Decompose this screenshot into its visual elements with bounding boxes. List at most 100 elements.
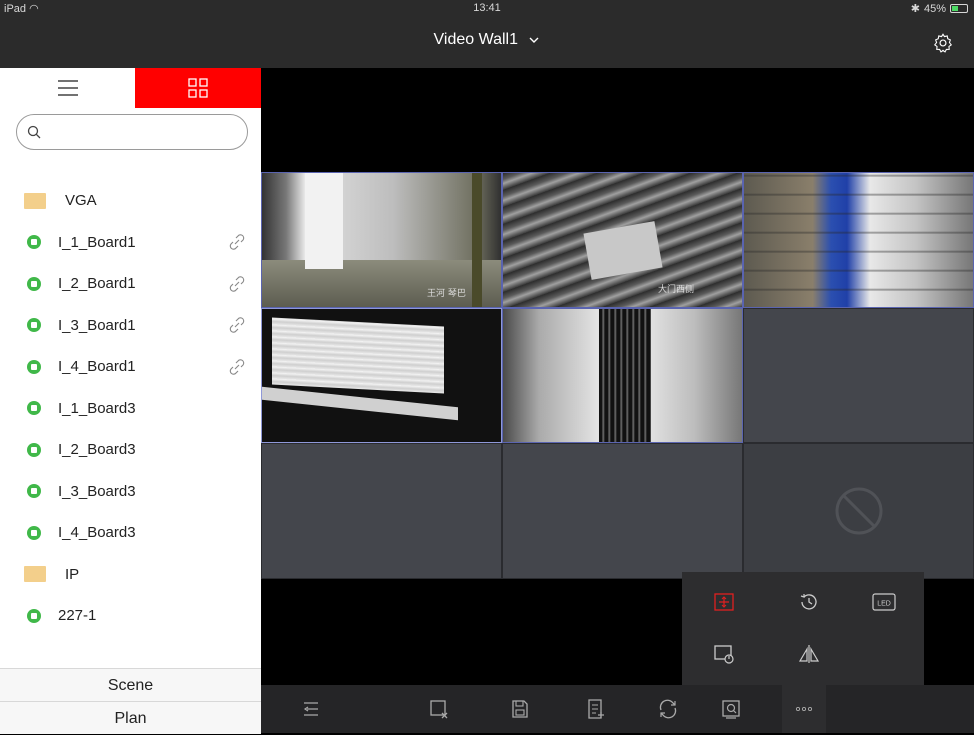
refresh-button[interactable] — [646, 685, 690, 733]
zoom-window-button[interactable] — [709, 685, 753, 733]
gear-icon[interactable] — [932, 32, 954, 54]
camera-icon — [27, 318, 41, 333]
search-icon — [27, 125, 41, 139]
bottom-toolbar — [261, 685, 974, 733]
tree-camera[interactable]: I_2_Board3 — [0, 429, 261, 471]
video-frame — [598, 309, 652, 442]
screen-off-icon — [714, 645, 734, 664]
tree-item-label: IP — [65, 565, 80, 583]
wall-window-9[interactable] — [743, 443, 974, 579]
led-label: LED — [877, 601, 891, 608]
bluetooth-icon: ✱ — [910, 3, 920, 15]
collapse-list-icon — [303, 702, 318, 716]
save-button[interactable] — [498, 685, 542, 733]
osd-text: 王河 琴巴 — [427, 289, 466, 299]
more-menu: LED — [682, 572, 924, 685]
battery-percent: 45% — [923, 2, 946, 15]
folder-icon — [24, 192, 46, 209]
battery-fill — [952, 6, 958, 11]
sidebar: VGA I_1_Board1 I_2_Board1 I_3_Board1 I_4_Boa… — [0, 68, 261, 734]
resource-tree: VGA I_1_Board1 I_2_Board1 I_3_Board1 I_4_Boa… — [0, 180, 261, 637]
sidebar-tabs — [0, 68, 261, 108]
tree-camera[interactable]: I_2_Board1 — [0, 263, 261, 305]
tree-camera[interactable]: I_3_Board1 — [0, 305, 261, 347]
tree-item-label: I_4_Board3 — [58, 524, 136, 542]
tree-item-label: I_2_Board3 — [58, 441, 136, 459]
led-button[interactable]: LED — [864, 582, 904, 622]
tab-list-view[interactable] — [0, 68, 135, 108]
camera-icon — [27, 401, 41, 416]
tab-grid-view[interactable] — [135, 68, 261, 108]
tree-item-label: I_3_Board3 — [58, 482, 136, 500]
wall-window-7[interactable] — [261, 443, 502, 579]
wall-window-4[interactable] — [261, 308, 502, 443]
search-box[interactable] — [16, 114, 248, 150]
chevron-down-icon — [529, 37, 539, 43]
battery-icon — [950, 4, 968, 13]
zoom-window-icon — [722, 700, 740, 719]
tree-camera[interactable]: I_4_Board1 — [0, 346, 261, 388]
tree-item-label: I_4_Board1 — [58, 358, 136, 376]
close-window-icon — [430, 700, 448, 719]
no-video-icon — [835, 487, 882, 535]
status-time: 13:41 — [473, 2, 501, 14]
history-button[interactable] — [789, 582, 829, 622]
history-icon — [800, 594, 817, 610]
close-window-button[interactable] — [417, 685, 461, 733]
wall-window-6[interactable] — [743, 308, 974, 443]
tree-item-label: I_2_Board1 — [58, 275, 136, 293]
video-frame — [472, 173, 482, 307]
screen-off-button[interactable] — [704, 634, 744, 674]
roaming-window-button[interactable] — [704, 582, 744, 622]
wall-window-2[interactable]: 大门西侧 — [502, 172, 743, 308]
led-icon: LED — [872, 593, 896, 611]
tree-camera[interactable]: I_4_Board3 — [0, 512, 261, 554]
roaming-window-icon — [714, 593, 734, 611]
camera-icon — [27, 525, 41, 540]
tree-camera[interactable]: I_1_Board3 — [0, 388, 261, 430]
grid-icon — [188, 78, 208, 98]
add-scene-icon — [588, 699, 604, 719]
link-icon — [229, 234, 245, 250]
title-bar: Video Wall1 — [0, 16, 974, 68]
wall-window-5[interactable] — [502, 308, 743, 443]
tree-folder[interactable]: IP — [0, 554, 261, 596]
page-title: Video Wall1 — [433, 31, 519, 48]
collapse-list-button[interactable] — [289, 685, 333, 733]
video-frame — [262, 260, 501, 307]
more-icon — [795, 706, 813, 712]
link-icon — [229, 359, 245, 375]
tree-camera[interactable]: I_3_Board3 — [0, 471, 261, 513]
status-right: ✱ 45% — [911, 2, 968, 15]
wall-selector[interactable]: Video Wall1 — [0, 31, 974, 49]
wall-window-3[interactable] — [743, 172, 974, 308]
osd-text: 大门西侧 — [658, 285, 695, 295]
link-icon — [229, 317, 245, 333]
add-scene-button[interactable] — [574, 685, 618, 733]
video-frame — [583, 220, 662, 280]
camera-icon — [27, 235, 41, 250]
tree-camera[interactable]: I_1_Board1 — [0, 222, 261, 264]
video-frame — [271, 317, 444, 394]
save-icon — [512, 700, 528, 718]
tab-scene[interactable]: Scene — [0, 668, 261, 701]
refresh-icon — [659, 699, 677, 719]
bottom-tabs: Scene Plan — [0, 668, 261, 734]
more-button[interactable] — [782, 685, 826, 733]
tree-item-label: I_3_Board1 — [58, 316, 136, 334]
video-frame — [744, 173, 973, 307]
list-icon — [57, 80, 78, 96]
tab-plan[interactable]: Plan — [0, 701, 261, 734]
tree-camera[interactable]: 227-1 — [0, 595, 261, 637]
wall-window-1[interactable]: 王河 琴巴 — [261, 172, 502, 308]
video-frame — [305, 173, 344, 270]
tree-folder[interactable]: VGA — [0, 180, 261, 222]
camera-icon — [27, 484, 41, 499]
status-bar: iPad ◠ 13:41 ✱ 45% — [0, 0, 974, 16]
search-input[interactable] — [47, 124, 247, 140]
camera-icon — [27, 608, 41, 623]
link-icon — [229, 276, 245, 292]
camera-icon — [27, 276, 41, 291]
wall-window-8[interactable] — [502, 443, 743, 579]
mirror-button[interactable] — [789, 634, 829, 674]
